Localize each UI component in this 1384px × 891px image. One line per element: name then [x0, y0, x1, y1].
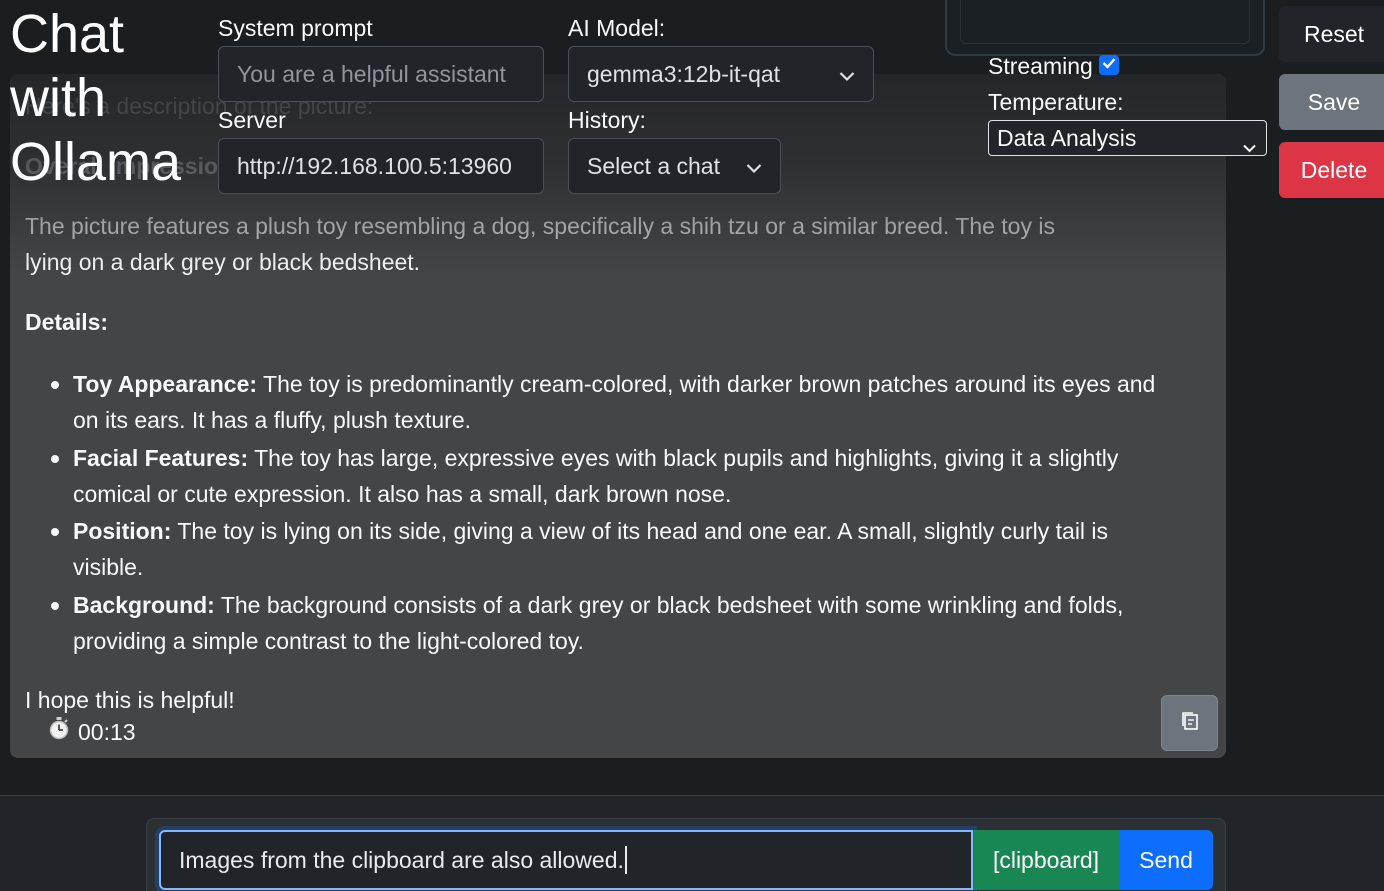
server-value: http://192.168.100.5:13960	[237, 152, 512, 179]
clipboard-button[interactable]: [clipboard]	[973, 830, 1119, 890]
chevron-down-icon	[839, 61, 855, 88]
streaming-checkbox[interactable]	[1099, 55, 1119, 75]
delete-button[interactable]: Delete	[1279, 142, 1384, 198]
temperature-label: Temperature:	[988, 89, 1124, 115]
list-item: Position: The toy is lying on its side, …	[25, 513, 1175, 585]
streaming-label: Streaming	[988, 53, 1093, 79]
closing-text: I hope this is helpful!	[25, 687, 235, 713]
timer-value: 00:13	[78, 719, 136, 745]
copy-icon	[1180, 710, 1200, 737]
model-select[interactable]: gemma3:12b-it-qat	[568, 46, 874, 102]
detail-title: Toy Appearance:	[73, 371, 258, 397]
background-frame-inner	[960, 0, 1250, 44]
response-timer: 00:13	[48, 714, 136, 750]
save-button[interactable]: Save	[1279, 74, 1384, 130]
detail-title: Background:	[73, 591, 215, 618]
reset-button[interactable]: Reset	[1279, 6, 1384, 62]
detail-title: Facial Features:	[73, 444, 249, 471]
system-prompt-input[interactable]: You are a helpful assistant	[218, 46, 544, 102]
copy-button[interactable]	[1161, 695, 1218, 751]
system-prompt-placeholder: You are a helpful assistant	[237, 60, 506, 87]
details-list: Toy Appearance: The toy is predominantly…	[25, 366, 1175, 660]
app-title: Chat with Ollama	[10, 4, 182, 192]
system-prompt-label: System prompt	[218, 15, 373, 41]
list-item: Background: The background consists of a…	[25, 587, 1175, 659]
message-input[interactable]: Images from the clipboard are also allow…	[159, 830, 973, 890]
detail-text: The background consists of a dark grey o…	[73, 591, 1124, 654]
list-item: Facial Features: The toy has large, expr…	[25, 440, 1175, 512]
overall-text-line-2: lying on a dark grey or black bedsheet.	[25, 249, 421, 275]
history-select[interactable]: Select a chat	[568, 138, 781, 194]
temperature-value: Data Analysis	[997, 124, 1137, 151]
history-value: Select a chat	[587, 152, 720, 179]
overall-text-line-1: The picture features a plush toy resembl…	[25, 213, 1055, 239]
stopwatch-icon	[48, 714, 70, 750]
history-label: History:	[568, 107, 646, 133]
details-heading: Details:	[25, 309, 109, 335]
send-button[interactable]: Send	[1119, 830, 1213, 890]
model-value: gemma3:12b-it-qat	[587, 60, 781, 87]
server-input[interactable]: http://192.168.100.5:13960	[218, 138, 544, 194]
chevron-down-icon	[746, 153, 762, 180]
message-input-value: Images from the clipboard are also allow…	[179, 846, 624, 873]
list-item: Toy Appearance: The toy is predominantly…	[25, 366, 1175, 438]
server-label: Server	[218, 107, 286, 133]
model-label: AI Model:	[568, 15, 666, 41]
detail-title: Position:	[73, 518, 172, 544]
check-icon	[1102, 56, 1116, 74]
text-caret	[624, 846, 627, 874]
chevron-down-icon	[1243, 132, 1256, 159]
temperature-select[interactable]: Data Analysis	[988, 120, 1267, 156]
detail-text: The toy is lying on its side, giving a v…	[73, 518, 1109, 580]
